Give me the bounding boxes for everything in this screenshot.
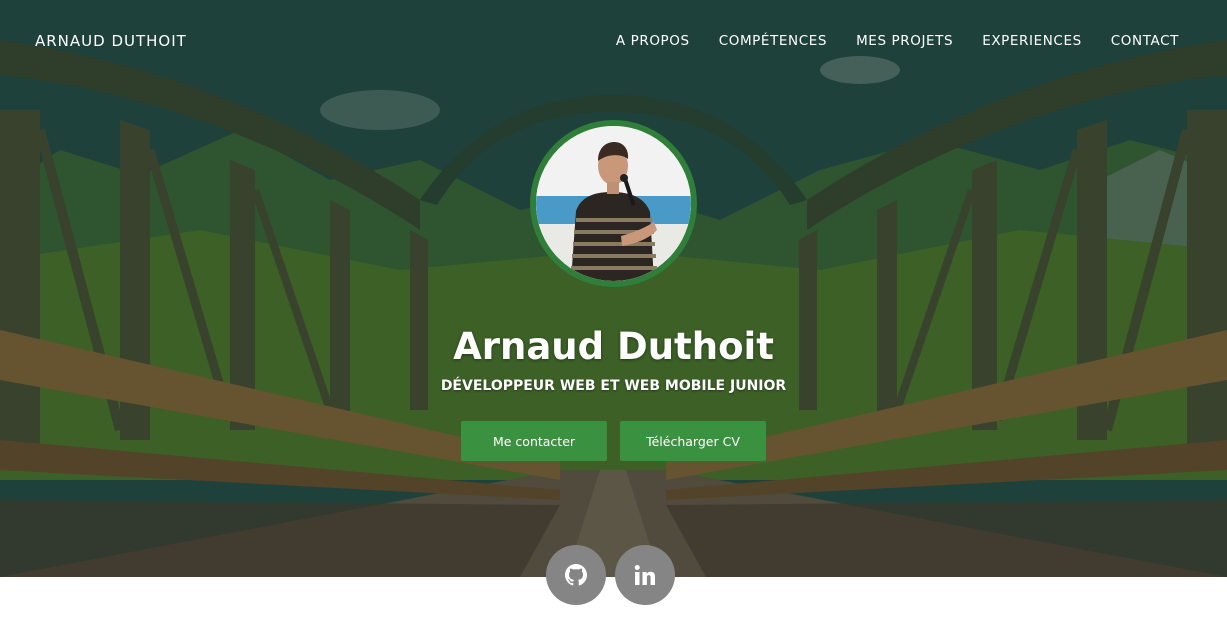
contact-button[interactable]: Me contacter [461, 421, 607, 461]
nav-item-a-propos[interactable]: A PROPOS [616, 33, 690, 49]
nav-item-experiences[interactable]: EXPERIENCES [982, 33, 1082, 49]
brand-logo[interactable]: ARNAUD DUTHOIT [35, 32, 187, 50]
hero-overlay [0, 0, 1227, 577]
github-icon [565, 564, 587, 586]
nav-item-competences[interactable]: COMPÉTENCES [719, 33, 827, 49]
linkedin-link[interactable] [615, 545, 675, 605]
github-link[interactable] [546, 545, 606, 605]
hero-subtitle: DÉVELOPPEUR WEB ET WEB MOBILE JUNIOR [440, 378, 787, 394]
profile-avatar [530, 120, 697, 287]
hero-name: Arnaud Duthoit [453, 325, 774, 368]
download-cv-button[interactable]: Télécharger CV [620, 421, 766, 461]
nav-item-contact[interactable]: CONTACT [1111, 33, 1179, 49]
linkedin-icon [634, 565, 655, 585]
hero-section [0, 0, 1227, 577]
profile-photo [536, 126, 691, 281]
nav-menu: A PROPOS COMPÉTENCES MES PROJETS EXPERIE… [616, 33, 1179, 49]
nav-item-mes-projets[interactable]: MES PROJETS [856, 33, 953, 49]
top-navbar: ARNAUD DUTHOIT A PROPOS COMPÉTENCES MES … [0, 0, 1227, 82]
